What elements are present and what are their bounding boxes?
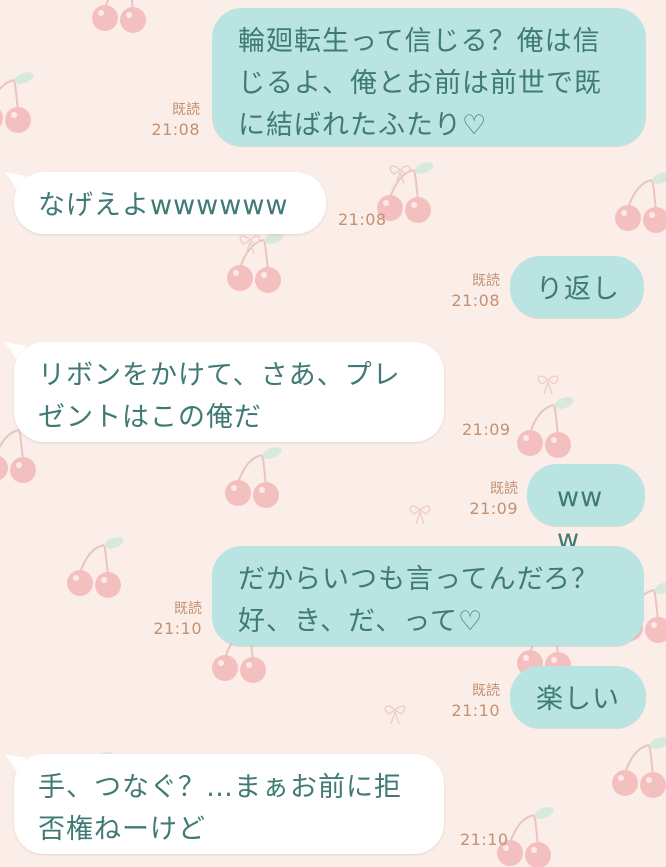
outgoing-message-bubble[interactable]: 輪廻転生って信じる？俺は信じるよ、俺とお前は前世で既に結ばれたふたり♡ — [212, 8, 646, 146]
message-time: 21:10 — [153, 619, 202, 638]
read-receipt: 既読 — [172, 102, 200, 118]
message-meta: 既読 21:10 — [142, 599, 202, 639]
message-time: 21:09 — [462, 420, 511, 439]
incoming-message-bubble[interactable]: なげえよwwwwww — [14, 172, 326, 234]
message-time: 21:08 — [451, 291, 500, 310]
message-meta: 既読 21:08 — [440, 271, 500, 311]
read-receipt: 既読 — [490, 481, 518, 497]
incoming-message-bubble[interactable]: 手、つなぐ？…まぁお前に拒否権ねーけど — [14, 754, 444, 854]
chat-thread[interactable]: 既読 21:08 輪廻転生って信じる？俺は信じるよ、俺とお前は前世で既に結ばれた… — [0, 0, 666, 867]
message-time: 21:08 — [338, 210, 387, 229]
message-time: 21:10 — [451, 701, 500, 720]
outgoing-message-bubble[interactable]: www — [527, 464, 645, 555]
message-meta: 既読 21:08 — [140, 100, 200, 140]
message-time: 21:08 — [151, 120, 200, 139]
incoming-message-bubble[interactable]: リボンをかけて、さあ、プレゼントはこの俺だ — [14, 342, 444, 442]
message-time: 21:10 — [460, 830, 509, 849]
outgoing-message-bubble[interactable]: り返し — [510, 256, 644, 318]
outgoing-message-bubble[interactable]: 楽しい — [510, 666, 646, 728]
outgoing-message-bubble[interactable]: だからいつも言ってんだろ？好、き、だ、って♡ — [212, 546, 644, 646]
read-receipt: 既読 — [472, 273, 500, 289]
message-meta: 既読 21:10 — [440, 681, 500, 721]
read-receipt: 既読 — [174, 601, 202, 617]
message-time: 21:09 — [469, 499, 518, 518]
read-receipt: 既読 — [472, 683, 500, 699]
message-meta: 既読 21:09 — [458, 479, 518, 519]
